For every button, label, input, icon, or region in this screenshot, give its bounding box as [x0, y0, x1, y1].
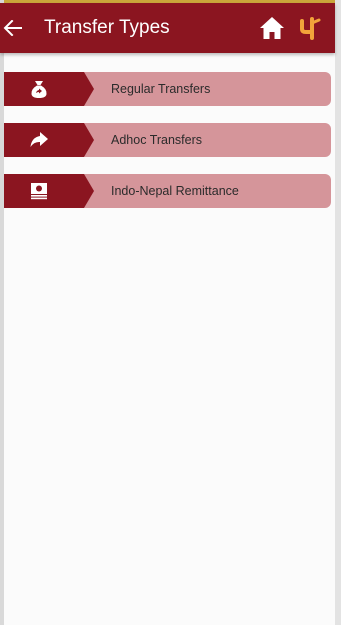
item-label: Indo-Nepal Remittance	[111, 184, 239, 198]
item-badge	[4, 72, 94, 106]
share-arrow-icon	[28, 130, 50, 150]
cash-icon	[28, 181, 50, 201]
regular-transfers-item[interactable]: Regular Transfers	[4, 72, 331, 106]
item-badge	[4, 123, 94, 157]
adhoc-transfers-item[interactable]: Adhoc Transfers	[4, 123, 331, 157]
bank-logo-icon	[299, 16, 321, 40]
app-header: Transfer Types	[0, 3, 335, 53]
item-label: Adhoc Transfers	[111, 133, 203, 147]
arrow-left-icon	[3, 20, 22, 36]
page-title: Transfer Types	[44, 17, 170, 38]
transfer-types-screen: Transfer Types Regular Transfers Adhoc T…	[0, 0, 341, 625]
right-edge	[335, 0, 341, 625]
home-icon	[260, 17, 284, 39]
item-badge	[4, 174, 94, 208]
money-bag-icon	[28, 79, 50, 99]
item-label: Regular Transfers	[111, 82, 211, 96]
home-button[interactable]	[259, 16, 285, 40]
back-button[interactable]	[0, 13, 26, 43]
indo-nepal-remittance-item[interactable]: Indo-Nepal Remittance	[4, 174, 331, 208]
